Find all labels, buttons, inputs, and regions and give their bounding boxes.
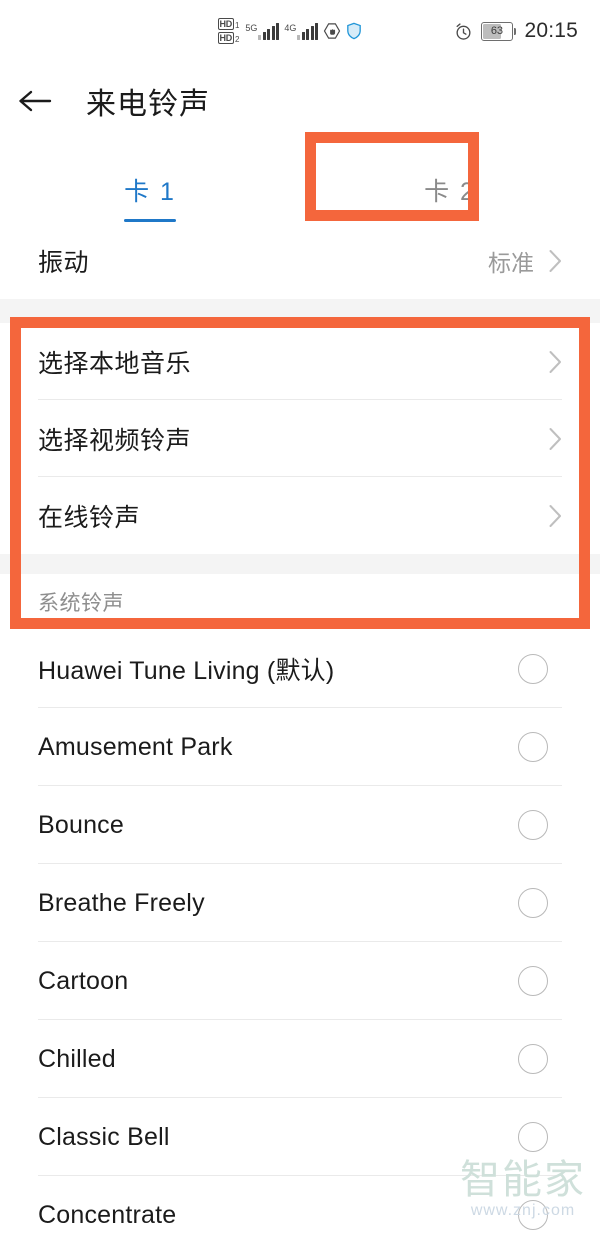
ringtone-radio[interactable] bbox=[518, 966, 548, 996]
ringtone-radio[interactable] bbox=[518, 1200, 548, 1230]
chevron-right-icon bbox=[549, 427, 561, 450]
tab-sim-1[interactable]: 卡 1 bbox=[0, 150, 300, 222]
hd-badge-icon: HD bbox=[217, 32, 234, 44]
row-local-music[interactable]: 选择本地音乐 bbox=[0, 323, 600, 400]
volte-hd-indicators: HD 1 HD 2 bbox=[217, 18, 240, 44]
ringtone-radio[interactable] bbox=[518, 732, 548, 762]
hd-badge-icon: HD bbox=[217, 18, 234, 30]
ringtone-item-label: Concentrate bbox=[38, 1200, 177, 1229]
ringtone-radio[interactable] bbox=[518, 1044, 548, 1074]
alarm-clock-icon bbox=[456, 22, 471, 40]
row-online-ringtone-label: 在线铃声 bbox=[38, 503, 141, 532]
system-ringtone-section-header: 系统铃声 bbox=[0, 574, 600, 630]
battery-body-icon: 63 bbox=[480, 21, 513, 41]
ringtone-item-label: Chilled bbox=[38, 1044, 116, 1073]
network-type-label: 4G bbox=[284, 22, 297, 33]
ringtone-radio[interactable] bbox=[518, 888, 548, 918]
battery-indicator: 63 bbox=[480, 21, 517, 41]
app-bar: 来电铃声 bbox=[0, 62, 600, 140]
vibration-value: 标准 bbox=[488, 249, 534, 276]
row-video-ringtone[interactable]: 选择视频铃声 bbox=[0, 400, 600, 477]
volte-hd-sim2: HD 2 bbox=[217, 32, 240, 44]
ringtone-list: Huawei Tune Living (默认) Amusement Park B… bbox=[0, 630, 600, 1237]
chevron-right-icon bbox=[549, 249, 561, 272]
ringtone-item-bounce[interactable]: Bounce bbox=[0, 786, 600, 864]
page-title: 来电铃声 bbox=[86, 88, 210, 121]
ringtone-item-classic-bell[interactable]: Classic Bell bbox=[0, 1098, 600, 1176]
status-bar-clock: 20:15 bbox=[524, 19, 578, 42]
battery-tip bbox=[513, 27, 517, 35]
do-not-disturb-icon bbox=[324, 23, 341, 39]
signal-sim2: 4G bbox=[284, 22, 319, 40]
ringtone-item-concentrate[interactable]: Concentrate bbox=[0, 1176, 600, 1237]
tab-sim-1-label: 卡 1 bbox=[124, 178, 176, 206]
ringtone-radio[interactable] bbox=[518, 810, 548, 840]
volte-hd-sim1: HD 1 bbox=[217, 18, 240, 30]
vibration-label: 振动 bbox=[38, 248, 90, 277]
chevron-right-icon bbox=[549, 350, 561, 373]
ringtone-item-label: Breathe Freely bbox=[38, 888, 205, 917]
ringtone-item-breathe-freely[interactable]: Breathe Freely bbox=[0, 864, 600, 942]
ringtone-radio[interactable] bbox=[518, 654, 548, 684]
row-online-ringtone[interactable]: 在线铃声 bbox=[0, 477, 600, 554]
signal-sim1: 5G bbox=[245, 22, 280, 40]
settings-content: 振动 标准 选择本地音乐 选择视频铃声 在线铃声 系统铃声 Huawei Tun… bbox=[0, 222, 600, 1237]
ringtone-item-label: Amusement Park bbox=[38, 732, 233, 761]
network-type-label: 5G bbox=[245, 22, 258, 33]
ringtone-item-label: Cartoon bbox=[38, 966, 129, 995]
signal-bars-icon bbox=[297, 22, 319, 40]
status-bar: HD 1 HD 2 5G 4G 63 20:15 bbox=[0, 0, 600, 62]
ringtone-source-group: 选择本地音乐 选择视频铃声 在线铃声 bbox=[0, 323, 600, 554]
chevron-right-icon bbox=[549, 504, 561, 527]
battery-percent-label: 63 bbox=[490, 24, 504, 37]
section-separator bbox=[0, 554, 600, 574]
security-shield-icon bbox=[347, 22, 362, 40]
hd-sim-number: 1 bbox=[234, 21, 240, 30]
vibration-row[interactable]: 振动 标准 bbox=[0, 222, 600, 299]
ringtone-radio[interactable] bbox=[518, 1122, 548, 1152]
system-ringtone-header-label: 系统铃声 bbox=[38, 592, 124, 615]
row-local-music-label: 选择本地音乐 bbox=[38, 349, 192, 378]
ringtone-item-label: Bounce bbox=[38, 810, 124, 839]
phone-screen: HD 1 HD 2 5G 4G 63 20:15 来电铃声 卡 1 卡 2 振动… bbox=[0, 0, 600, 1237]
status-bar-right: 63 20:15 bbox=[454, 0, 578, 62]
back-arrow-icon bbox=[19, 90, 52, 112]
tab-sim-2-label: 卡 2 bbox=[424, 178, 476, 206]
signal-bars-icon bbox=[258, 22, 280, 40]
ringtone-item-cartoon[interactable]: Cartoon bbox=[0, 942, 600, 1020]
ringtone-item-label: Classic Bell bbox=[38, 1122, 170, 1151]
sim-tab-bar: 卡 1 卡 2 bbox=[0, 150, 600, 222]
ringtone-item-chilled[interactable]: Chilled bbox=[0, 1020, 600, 1098]
row-video-ringtone-label: 选择视频铃声 bbox=[38, 426, 192, 455]
ringtone-item-amusement-park[interactable]: Amusement Park bbox=[0, 708, 600, 786]
hd-sim-number: 2 bbox=[234, 35, 240, 44]
back-button[interactable] bbox=[0, 62, 70, 140]
section-separator bbox=[0, 299, 600, 323]
tab-sim-2[interactable]: 卡 2 bbox=[300, 150, 600, 222]
status-bar-left-icons: HD 1 HD 2 5G 4G bbox=[217, 18, 363, 44]
ringtone-item-huawei-tune-living[interactable]: Huawei Tune Living (默认) bbox=[0, 630, 600, 708]
ringtone-item-label: Huawei Tune Living (默认) bbox=[38, 657, 335, 685]
